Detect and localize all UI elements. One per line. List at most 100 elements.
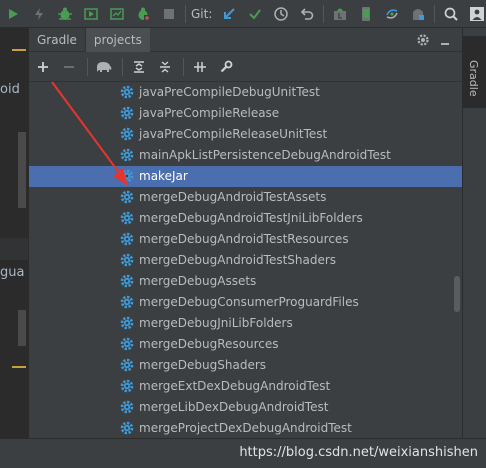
gradle-toolbar <box>29 52 462 82</box>
elephant-icon[interactable] <box>92 55 116 79</box>
task-label: mergeDebugAndroidTestAssets <box>139 190 327 204</box>
task-row[interactable]: mergeDebugAndroidTestJniLibFolders <box>29 208 463 229</box>
run-icon[interactable] <box>1 2 25 26</box>
android-icon[interactable] <box>406 2 430 26</box>
task-row[interactable]: mergeDebugAndroidTestAssets <box>29 187 463 208</box>
project-structure-icon[interactable] <box>465 2 486 26</box>
toolbar-separator <box>185 4 186 23</box>
ide-window: Git: oid gua Gradle projects javaPreComp… <box>0 0 486 468</box>
collapse-all-icon[interactable] <box>153 55 177 79</box>
toolbar-separator <box>434 4 436 23</box>
vcs-commit-icon[interactable] <box>243 2 267 26</box>
search-icon[interactable] <box>439 2 463 26</box>
task-row[interactable]: makeJar <box>29 166 463 187</box>
task-label: mergeLibDexDebugAndroidTest <box>139 400 329 414</box>
gear-icon <box>120 253 134 267</box>
task-row[interactable]: mergeDebugShaders <box>29 355 463 376</box>
attach-debugger-icon[interactable] <box>131 2 155 26</box>
gradle-tool-window: Gradle projects javaPreCompileDebugUnitT… <box>28 27 463 438</box>
coverage-icon[interactable] <box>79 2 103 26</box>
gear-icon <box>120 169 134 183</box>
right-tool-strip: Gradle <box>462 28 486 438</box>
debug-icon[interactable] <box>53 2 77 26</box>
editor-tab-strip <box>0 238 28 260</box>
task-label: mergeDebugShaders <box>139 358 267 372</box>
gear-icon <box>120 421 134 435</box>
toolbar-separator <box>183 57 184 76</box>
task-label: mergeExtDexDebugAndroidTest <box>139 379 331 393</box>
profile-icon[interactable] <box>105 2 129 26</box>
gradle-side-tab[interactable]: Gradle <box>463 36 486 108</box>
console-marker <box>12 366 26 368</box>
task-row[interactable]: mergeDebugConsumerProguardFiles <box>29 292 463 313</box>
console-scroll-track <box>18 310 26 346</box>
task-label: makeJar <box>139 169 188 183</box>
task-row[interactable]: mergeDebugAndroidTestResources <box>29 229 463 250</box>
task-label: javaPreCompileRelease <box>139 106 280 120</box>
gear-icon <box>120 85 134 99</box>
remove-icon[interactable] <box>57 55 81 79</box>
gear-icon <box>120 211 134 225</box>
gear-icon <box>120 190 134 204</box>
panel-title: Gradle <box>37 32 77 47</box>
git-label: Git: <box>191 6 213 21</box>
gear-icon <box>120 316 134 330</box>
gear-icon[interactable] <box>412 29 434 51</box>
settings-wrench-icon[interactable] <box>214 55 238 79</box>
task-row[interactable]: javaPreCompileRelease <box>29 103 463 124</box>
task-label: javaPreCompileDebugUnitTest <box>139 85 320 99</box>
gear-icon <box>120 148 134 162</box>
gear-icon <box>120 358 134 372</box>
toolbar-separator <box>122 57 123 76</box>
main-toolbar: Git: <box>0 0 486 28</box>
task-row[interactable]: mergeDebugAndroidTestShaders <box>29 250 463 271</box>
task-row[interactable]: mergeDebugAssets <box>29 271 463 292</box>
task-label: mergeDebugConsumerProguardFiles <box>139 295 359 309</box>
editor-scroll-track <box>18 132 26 208</box>
avd-manager-icon[interactable] <box>354 2 378 26</box>
tab-projects[interactable]: projects <box>84 27 150 52</box>
task-row[interactable]: javaPreCompileReleaseUnitTest <box>29 124 463 145</box>
task-label: mainApkListPersistenceDebugAndroidTest <box>139 148 391 162</box>
task-label: mergeDebugAndroidTestShaders <box>139 253 337 267</box>
change-marker <box>12 49 26 51</box>
add-icon[interactable] <box>31 55 55 79</box>
gear-icon <box>120 379 134 393</box>
task-row[interactable]: mainApkListPersistenceDebugAndroidTest <box>29 145 463 166</box>
vcs-update-icon[interactable] <box>217 2 241 26</box>
task-row[interactable]: mergeDebugResources <box>29 334 463 355</box>
task-label: mergeDebugAndroidTestResources <box>139 232 349 246</box>
gradle-side-tab-label: Gradle <box>467 60 480 97</box>
revert-icon[interactable] <box>295 2 319 26</box>
flash-icon[interactable] <box>27 2 51 26</box>
task-label: javaPreCompileReleaseUnitTest <box>139 127 328 141</box>
task-row[interactable]: javaPreCompileDebugUnitTest <box>29 82 463 103</box>
task-label: mergeDebugJniLibFolders <box>139 316 293 330</box>
panel-header-actions <box>412 28 456 52</box>
task-row[interactable]: mergeExtDexDebugAndroidTest <box>29 376 463 397</box>
task-tree-scrollbar[interactable] <box>454 276 460 312</box>
gear-icon <box>120 400 134 414</box>
gear-icon <box>120 295 134 309</box>
task-row[interactable]: mergeLibDexDebugAndroidTest <box>29 397 463 418</box>
gradle-panel-header: Gradle projects <box>29 27 462 52</box>
task-row[interactable]: mergeDebugJniLibFolders <box>29 313 463 334</box>
gear-icon <box>120 274 134 288</box>
toolbar-separator <box>323 4 325 23</box>
expand-all-icon[interactable] <box>127 55 151 79</box>
vcs-history-icon[interactable] <box>269 2 293 26</box>
sync-icon[interactable] <box>380 2 404 26</box>
sdk-manager-icon[interactable] <box>328 2 352 26</box>
gradle-task-tree: javaPreCompileDebugUnitTest javaPreCompil… <box>29 82 463 438</box>
editor-area: oid gua <box>0 28 28 438</box>
task-label: mergeProjectDexDebugAndroidTest <box>139 421 352 435</box>
toggle-offline-icon[interactable] <box>188 55 212 79</box>
hide-panel-icon[interactable] <box>434 29 456 51</box>
toolbar-separator <box>87 57 88 76</box>
gear-icon <box>120 127 134 141</box>
gear-icon <box>120 232 134 246</box>
console-code-fragment: gua <box>0 265 25 280</box>
stop-icon[interactable] <box>157 2 181 26</box>
editor-code-fragment: oid <box>0 82 20 97</box>
task-row[interactable]: mergeProjectDexDebugAndroidTest <box>29 418 463 438</box>
